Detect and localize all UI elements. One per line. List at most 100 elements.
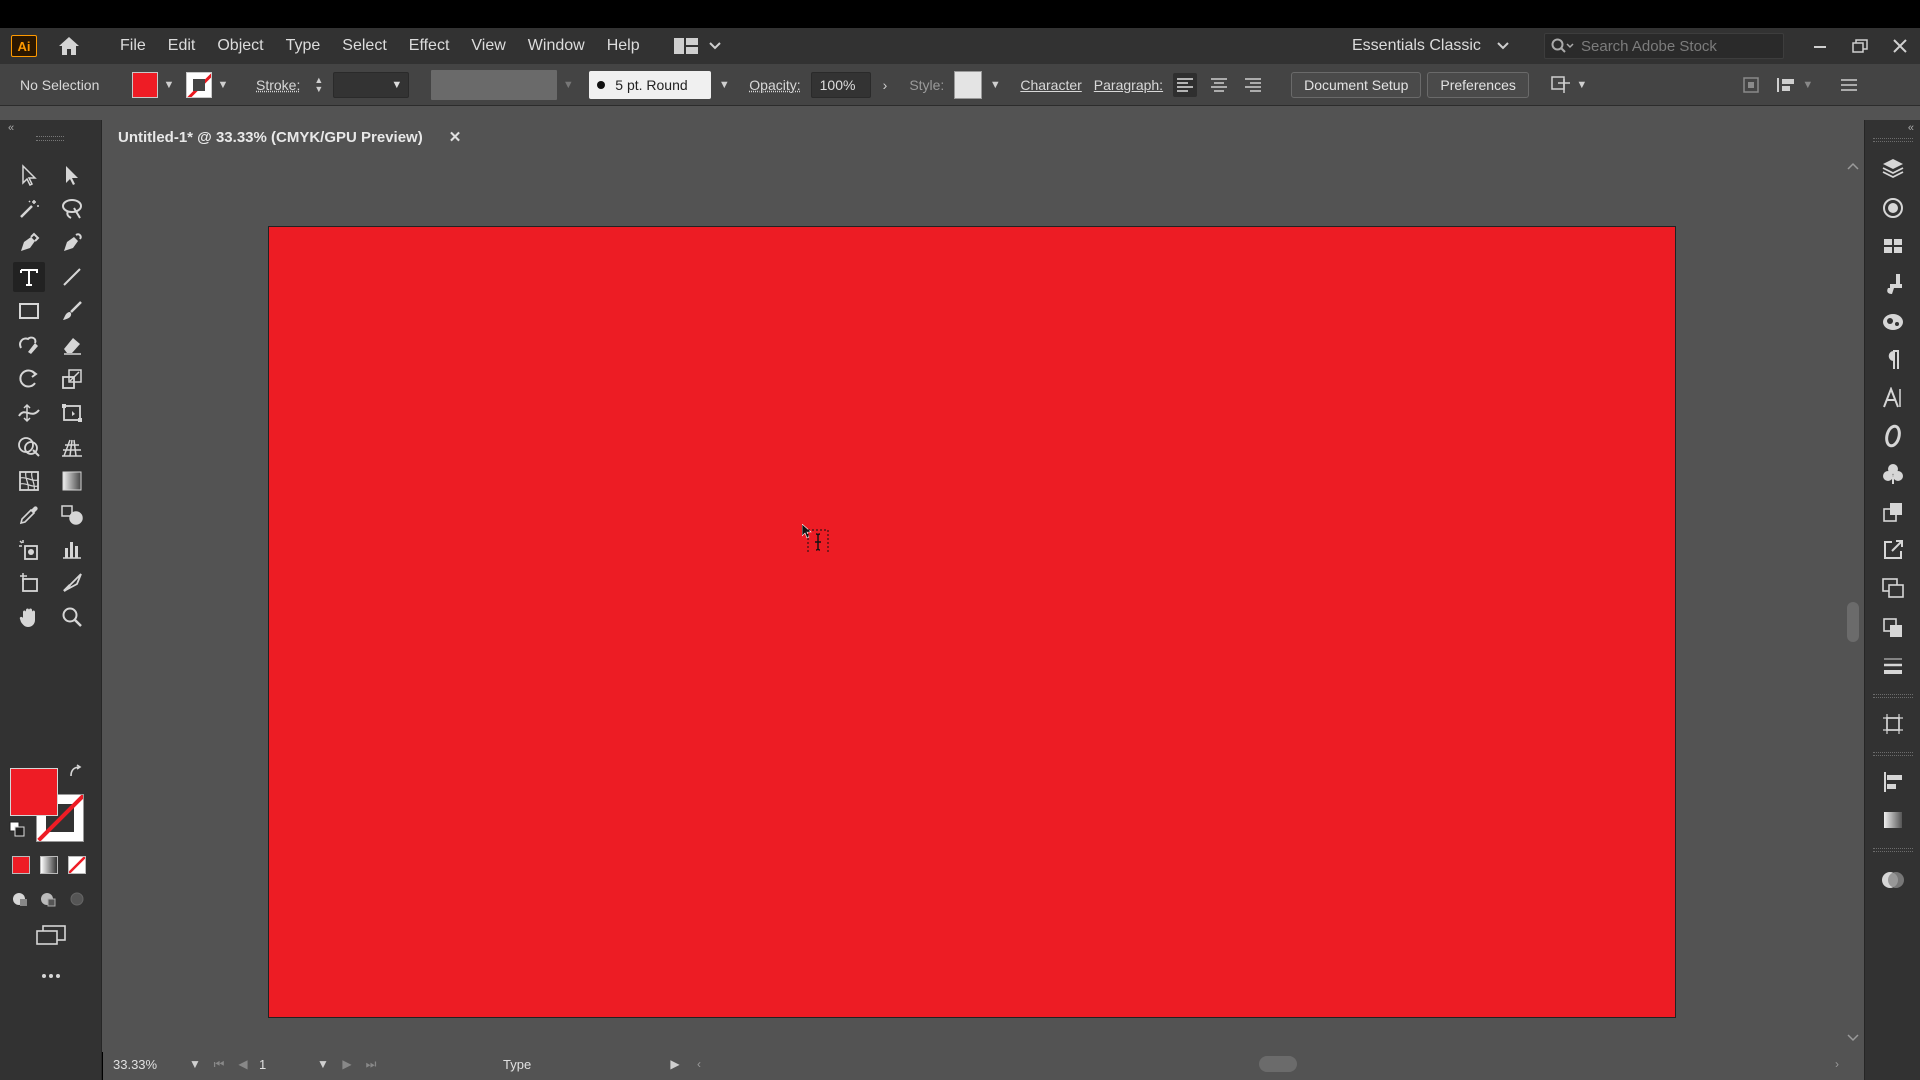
paragraph-link[interactable]: Paragraph: bbox=[1094, 77, 1163, 93]
panel-options-dropdown-icon[interactable]: ▼ bbox=[1801, 79, 1815, 91]
swap-fill-stroke-icon[interactable] bbox=[64, 760, 88, 784]
stroke-label[interactable]: Stroke: bbox=[256, 77, 300, 93]
edit-toolbar-icon[interactable] bbox=[34, 966, 68, 986]
stroke-swatch[interactable] bbox=[186, 71, 212, 98]
type-tool-icon[interactable] bbox=[13, 262, 45, 292]
previous-artboard-icon[interactable]: ◀ bbox=[231, 1057, 255, 1071]
restore-button[interactable] bbox=[1840, 28, 1880, 64]
profile-dropdown-icon[interactable]: ▼ bbox=[561, 79, 575, 91]
gradient-panel-icon[interactable] bbox=[1879, 806, 1907, 834]
dock-group-grip[interactable] bbox=[1873, 694, 1913, 698]
free-transform-tool-icon[interactable] bbox=[56, 398, 88, 428]
first-artboard-icon[interactable]: ⏮ bbox=[207, 1057, 231, 1072]
opacity-input[interactable]: 100% bbox=[810, 71, 871, 98]
canvas[interactable] bbox=[103, 154, 1849, 1048]
variable-width-profile[interactable] bbox=[431, 69, 558, 100]
screen-mode-icon[interactable] bbox=[34, 922, 68, 948]
artboard-dropdown-icon[interactable]: ▼ bbox=[311, 1057, 335, 1071]
stroke-dropdown-icon[interactable]: ▼ bbox=[216, 79, 230, 91]
search-input[interactable] bbox=[1581, 37, 1771, 55]
graphic-style-swatch[interactable] bbox=[954, 70, 983, 99]
character-icon[interactable] bbox=[1879, 384, 1907, 412]
control-menu-icon[interactable] bbox=[1837, 73, 1861, 97]
stroke-panel-icon[interactable] bbox=[1879, 652, 1907, 680]
menu-help[interactable]: Help bbox=[596, 28, 651, 64]
line-segment-tool-icon[interactable] bbox=[56, 262, 88, 292]
stroke-weight-input[interactable]: ▼ bbox=[333, 71, 410, 98]
zoom-dropdown-icon[interactable]: ▼ bbox=[183, 1057, 207, 1071]
align-panel-icon[interactable] bbox=[1879, 768, 1907, 796]
paragraph-icon[interactable] bbox=[1879, 346, 1907, 374]
artboards-icon[interactable] bbox=[1879, 574, 1907, 602]
stroke-weight-stepper[interactable]: ▲ ▼ bbox=[314, 75, 323, 94]
artboard-number-field[interactable]: 1 bbox=[255, 1057, 311, 1072]
minimize-button[interactable] bbox=[1800, 28, 1840, 64]
workspace-switcher[interactable]: Essentials Classic bbox=[1352, 28, 1509, 64]
eyedropper-tool-icon[interactable] bbox=[13, 500, 45, 530]
draw-normal-icon[interactable] bbox=[8, 888, 34, 910]
arrange-documents-button[interactable] bbox=[673, 37, 721, 55]
gradient-mode-icon[interactable] bbox=[40, 856, 58, 874]
opentype-icon[interactable] bbox=[1879, 422, 1907, 450]
transparency-icon[interactable] bbox=[1879, 866, 1907, 894]
menu-effect[interactable]: Effect bbox=[398, 28, 461, 64]
menu-object[interactable]: Object bbox=[206, 28, 274, 64]
color-guide-icon[interactable] bbox=[1879, 194, 1907, 222]
menu-select[interactable]: Select bbox=[331, 28, 397, 64]
artboard-tool-icon[interactable] bbox=[13, 568, 45, 598]
perspective-grid-tool-icon[interactable] bbox=[56, 432, 88, 462]
paintbrush-tool-icon[interactable] bbox=[56, 296, 88, 326]
brushes-icon[interactable] bbox=[1879, 270, 1907, 298]
rotate-tool-icon[interactable] bbox=[13, 364, 45, 394]
align-right-icon[interactable] bbox=[1241, 73, 1265, 97]
dock-group-grip-3[interactable] bbox=[1873, 848, 1913, 852]
document-tab[interactable]: Untitled-1* @ 33.33% (CMYK/GPU Preview) … bbox=[102, 120, 474, 154]
symbol-sprayer-tool-icon[interactable] bbox=[13, 534, 45, 564]
align-left-icon[interactable] bbox=[1173, 72, 1198, 97]
arrange-dropdown-icon[interactable]: ▼ bbox=[1575, 79, 1589, 91]
curvature-tool-icon[interactable] bbox=[56, 228, 88, 258]
fill-dropdown-icon[interactable]: ▼ bbox=[162, 79, 176, 91]
panel-options-icon[interactable] bbox=[1775, 73, 1799, 97]
vertical-scroll-thumb[interactable] bbox=[1847, 602, 1859, 642]
layers-icon[interactable] bbox=[1879, 154, 1907, 182]
isolate-icon[interactable] bbox=[1739, 73, 1763, 97]
menu-type[interactable]: Type bbox=[275, 28, 332, 64]
gradient-tool-icon[interactable] bbox=[56, 466, 88, 496]
lasso-tool-icon[interactable] bbox=[56, 194, 88, 224]
dock-group-grip-2[interactable] bbox=[1873, 752, 1913, 756]
document-setup-button[interactable]: Document Setup bbox=[1291, 71, 1422, 98]
eraser-tool-icon[interactable] bbox=[56, 330, 88, 360]
scroll-left-icon[interactable]: ‹ bbox=[687, 1057, 711, 1071]
pen-tool-icon[interactable] bbox=[13, 228, 45, 258]
search-adobe-stock[interactable] bbox=[1544, 33, 1784, 59]
swatches-icon[interactable] bbox=[1879, 232, 1907, 260]
menu-window[interactable]: Window bbox=[517, 28, 596, 64]
shaper-tool-icon[interactable] bbox=[13, 330, 45, 360]
fill-color-box[interactable] bbox=[10, 768, 58, 816]
scale-tool-icon[interactable] bbox=[56, 364, 88, 394]
width-tool-icon[interactable] bbox=[13, 398, 45, 428]
graphic-styles-icon[interactable] bbox=[1879, 460, 1907, 488]
appearance-icon[interactable] bbox=[1879, 498, 1907, 526]
dock-grip[interactable] bbox=[1873, 138, 1913, 142]
slice-tool-icon[interactable] bbox=[56, 568, 88, 598]
character-link[interactable]: Character bbox=[1020, 77, 1081, 93]
zoom-tool-icon[interactable] bbox=[56, 602, 88, 632]
magic-wand-tool-icon[interactable] bbox=[13, 194, 45, 224]
mesh-tool-icon[interactable] bbox=[13, 466, 45, 496]
preferences-button[interactable]: Preferences bbox=[1427, 71, 1529, 98]
home-icon[interactable] bbox=[55, 32, 83, 60]
toolbar-grip[interactable] bbox=[36, 136, 64, 141]
arrange-icon[interactable] bbox=[1549, 73, 1573, 97]
direct-selection-tool-icon[interactable] bbox=[56, 160, 88, 190]
close-icon[interactable]: ✕ bbox=[449, 128, 462, 146]
menu-view[interactable]: View bbox=[460, 28, 516, 64]
fill-swatch[interactable] bbox=[132, 71, 158, 98]
close-button[interactable] bbox=[1880, 28, 1920, 64]
draw-behind-icon[interactable] bbox=[36, 888, 62, 910]
scroll-down-icon[interactable] bbox=[1847, 1034, 1859, 1042]
pathfinder-icon[interactable] bbox=[1879, 614, 1907, 642]
align-center-icon[interactable] bbox=[1207, 73, 1231, 97]
last-artboard-icon[interactable]: ⏭ bbox=[359, 1057, 383, 1072]
